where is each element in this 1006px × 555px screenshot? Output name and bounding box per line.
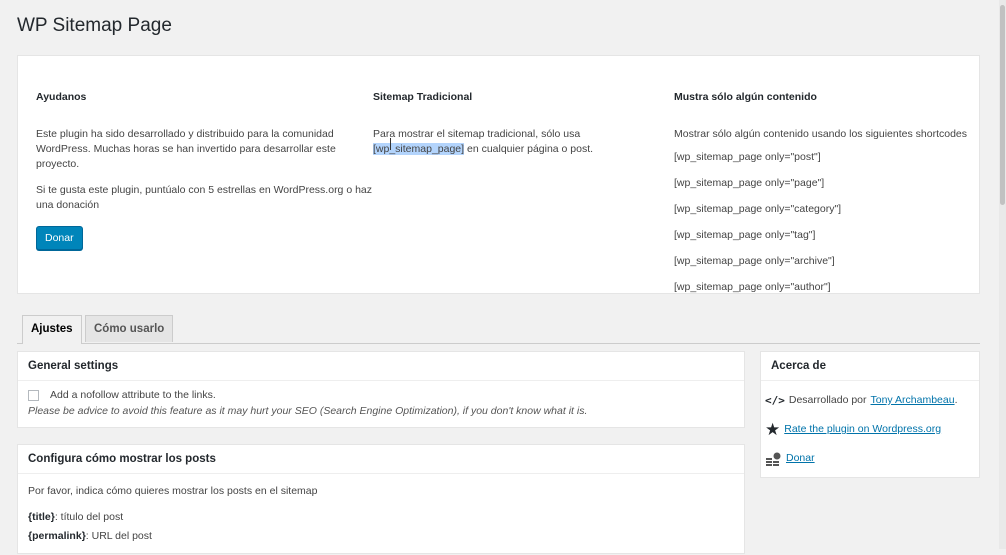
var-key: {permalink} bbox=[28, 530, 86, 542]
dev-suffix: . bbox=[954, 394, 958, 406]
nofollow-checkbox[interactable] bbox=[28, 390, 39, 401]
general-settings-panel: General settings Add a nofollow attribut… bbox=[17, 351, 745, 428]
about-donate-row: Donar bbox=[765, 451, 975, 466]
about-rate-row: ★ Rate the plugin on Wordpress.org bbox=[765, 420, 975, 439]
configure-posts-intro: Por favor, indica cómo quieres mostrar l… bbox=[28, 485, 318, 497]
shortcode-line: [wp_sitemap_page only="category"] bbox=[674, 203, 842, 215]
traditional-shortcode[interactable]: [wp_sitemap_page] bbox=[373, 143, 465, 155]
developer-link[interactable]: Tony Archambeau bbox=[871, 393, 955, 408]
only-intro: Mostrar sólo algún contenido usando los … bbox=[674, 128, 968, 140]
page-scrollbar[interactable] bbox=[999, 0, 1006, 549]
text-cursor bbox=[390, 138, 391, 150]
dev-prefix: Desarrollado por bbox=[788, 394, 867, 406]
help-col-only: Mustra sólo algún contenido Mostrar sólo… bbox=[674, 90, 979, 306]
only-title: Mustra sólo algún contenido bbox=[674, 91, 817, 103]
tab-ajustes[interactable]: Ajustes bbox=[22, 315, 82, 344]
tab-como-usarlo[interactable]: Cómo usarlo bbox=[85, 315, 174, 342]
about-panel: Acerca de </> Desarrollado por Tony Arch… bbox=[760, 351, 980, 478]
nofollow-row: Add a nofollow attribute to the links. bbox=[28, 388, 734, 403]
code-icon: </> bbox=[765, 394, 785, 407]
post-var-title: {title}: título del post bbox=[28, 510, 734, 525]
var-key: {title} bbox=[28, 511, 55, 523]
shortcode-line: [wp_sitemap_page only="page"] bbox=[674, 177, 825, 189]
help-col-traditional: Sitemap Tradicional Para mostrar el site… bbox=[373, 90, 623, 168]
shortcode-line: [wp_sitemap_page only="post"] bbox=[674, 151, 821, 163]
ayudanos-paragraph-1: Este plugin ha sido desarrollado y distr… bbox=[36, 128, 336, 170]
general-settings-title: General settings bbox=[18, 352, 744, 381]
star-icon: ★ bbox=[765, 420, 781, 439]
help-box: Ayudanos Este plugin ha sido desarrollad… bbox=[17, 55, 980, 294]
donate-button[interactable]: Donar bbox=[36, 226, 83, 250]
configure-posts-title: Configura cómo mostrar los posts bbox=[18, 445, 744, 474]
traditional-text: Para mostrar el sitemap tradicional, sól… bbox=[373, 128, 581, 140]
var-desc: : URL del post bbox=[85, 530, 152, 542]
post-var-permalink: {permalink}: URL del post bbox=[28, 529, 734, 544]
shortcode-line: [wp_sitemap_page only="archive"] bbox=[674, 255, 835, 267]
shortcode-line: [wp_sitemap_page only="tag"] bbox=[674, 229, 816, 241]
traditional-suffix: en cualquier página o post. bbox=[464, 143, 594, 155]
scroll-thumb[interactable] bbox=[1000, 5, 1005, 205]
ayudanos-title: Ayudanos bbox=[36, 91, 87, 103]
page-title: WP Sitemap Page bbox=[17, 15, 172, 36]
tab-bar: Ajustes Cómo usarlo bbox=[17, 315, 980, 344]
nofollow-note: Please be advice to avoid this feature a… bbox=[28, 405, 588, 417]
ayudanos-paragraph-2: Si te gusta este plugin, puntúalo con 5 … bbox=[36, 184, 373, 211]
configure-posts-panel: Configura cómo mostrar los posts Por fav… bbox=[17, 444, 745, 554]
coins-icon bbox=[766, 452, 781, 466]
traditional-title: Sitemap Tradicional bbox=[373, 91, 473, 103]
donate-link[interactable]: Donar bbox=[786, 451, 815, 466]
about-title: Acerca de bbox=[761, 352, 979, 381]
rate-plugin-link[interactable]: Rate the plugin on Wordpress.org bbox=[784, 422, 941, 437]
shortcode-line: [wp_sitemap_page only="author"] bbox=[674, 281, 831, 293]
traditional-paragraph: Para mostrar el sitemap tradicional, sól… bbox=[373, 127, 623, 157]
var-desc: : título del post bbox=[54, 511, 124, 523]
nofollow-label[interactable]: Add a nofollow attribute to the links. bbox=[50, 388, 216, 403]
help-col-ayudanos: Ayudanos Este plugin ha sido desarrollad… bbox=[36, 90, 381, 250]
about-developer-row: </> Desarrollado por Tony Archambeau. bbox=[765, 393, 975, 408]
